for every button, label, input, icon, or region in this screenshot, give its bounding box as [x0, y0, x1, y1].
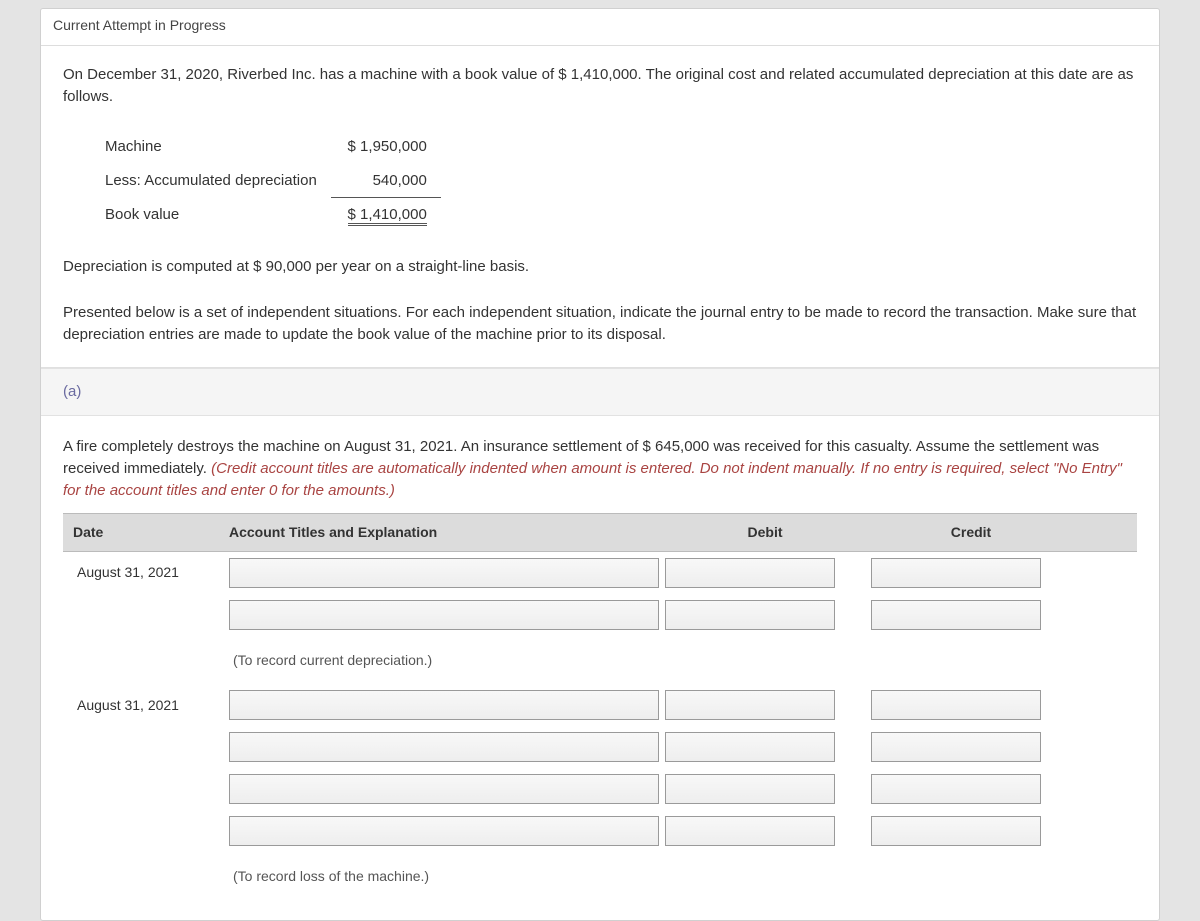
header-credit: Credit — [871, 522, 1071, 542]
bv-label-bookvalue: Book value — [105, 198, 331, 232]
journal-row — [63, 810, 1137, 852]
question-card: Current Attempt in Progress On December … — [40, 8, 1160, 921]
debit-input[interactable] — [665, 558, 835, 588]
scenario-instructions-italic: (Credit account titles are automatically… — [63, 460, 1122, 499]
debit-input[interactable] — [665, 732, 835, 762]
bv-amount-bookvalue-text: $ 1,410,000 — [348, 206, 427, 226]
journal-row — [63, 594, 1137, 636]
debit-input[interactable] — [665, 690, 835, 720]
table-row: Book value $ 1,410,000 — [105, 198, 441, 232]
journal-date: August 31, 2021 — [73, 695, 223, 715]
credit-input[interactable] — [871, 600, 1041, 630]
book-value-table: Machine $ 1,950,000 Less: Accumulated de… — [105, 130, 441, 232]
table-row: Machine $ 1,950,000 — [105, 130, 441, 164]
credit-input[interactable] — [871, 558, 1041, 588]
intro-block: On December 31, 2020, Riverbed Inc. has … — [41, 46, 1159, 368]
journal-note-row: (To record current depreciation.) — [63, 636, 1137, 684]
bv-label-accumdep: Less: Accumulated depreciation — [105, 164, 331, 198]
journal-date: August 31, 2021 — [73, 562, 223, 582]
intro-paragraph: On December 31, 2020, Riverbed Inc. has … — [63, 64, 1137, 108]
account-title-input[interactable] — [229, 816, 659, 846]
account-title-input[interactable] — [229, 774, 659, 804]
journal-entry-area: Date Account Titles and Explanation Debi… — [41, 513, 1159, 900]
attempt-status: Current Attempt in Progress — [41, 9, 1159, 46]
table-row: Less: Accumulated depreciation 540,000 — [105, 164, 441, 198]
credit-input[interactable] — [871, 732, 1041, 762]
debit-input[interactable] — [665, 600, 835, 630]
credit-input[interactable] — [871, 690, 1041, 720]
journal-row: August 31, 2021 — [63, 684, 1137, 726]
journal-note-row: (To record loss of the machine.) — [63, 852, 1137, 900]
journal-note: (To record current depreciation.) — [229, 642, 1071, 678]
bv-label-machine: Machine — [105, 130, 331, 164]
account-title-input[interactable] — [229, 732, 659, 762]
journal-header-row: Date Account Titles and Explanation Debi… — [63, 513, 1137, 551]
header-debit: Debit — [665, 522, 865, 542]
depreciation-note: Depreciation is computed at $ 90,000 per… — [63, 256, 1137, 278]
journal-row — [63, 726, 1137, 768]
debit-input[interactable] — [665, 816, 835, 846]
debit-input[interactable] — [665, 774, 835, 804]
bv-amount-accumdep: 540,000 — [331, 164, 441, 198]
journal-row: August 31, 2021 — [63, 552, 1137, 594]
section-a-label: (a) — [41, 368, 1159, 416]
header-date: Date — [73, 522, 223, 542]
account-title-input[interactable] — [229, 600, 659, 630]
account-title-input[interactable] — [229, 558, 659, 588]
account-title-input[interactable] — [229, 690, 659, 720]
credit-input[interactable] — [871, 774, 1041, 804]
journal-row — [63, 768, 1137, 810]
instructions-paragraph: Presented below is a set of independent … — [63, 302, 1137, 346]
journal-note: (To record loss of the machine.) — [229, 858, 1071, 894]
bv-amount-machine: $ 1,950,000 — [331, 130, 441, 164]
bv-amount-bookvalue: $ 1,410,000 — [331, 198, 441, 232]
scenario-text: A fire completely destroys the machine o… — [41, 416, 1159, 513]
header-account: Account Titles and Explanation — [229, 522, 659, 542]
credit-input[interactable] — [871, 816, 1041, 846]
